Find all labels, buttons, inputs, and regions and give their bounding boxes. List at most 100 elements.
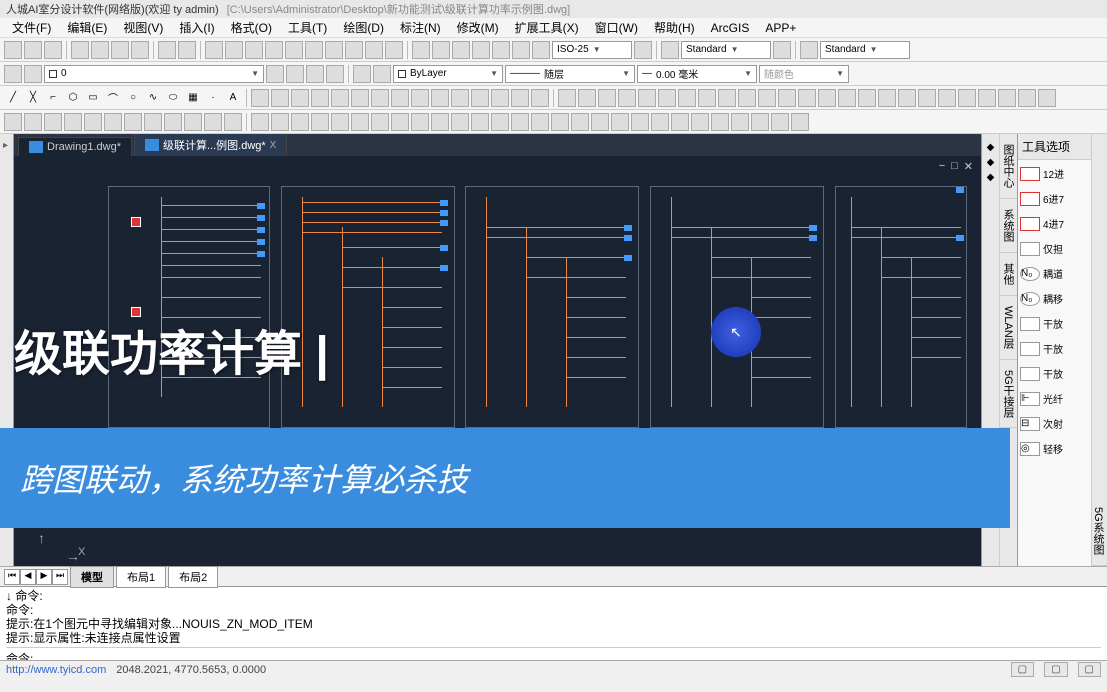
- layer-icon-1[interactable]: [4, 65, 22, 83]
- dim-icon-1[interactable]: [412, 41, 430, 59]
- document-tab-2[interactable]: 级联计算...例图.dwg* X: [134, 134, 287, 156]
- ext-icon-22[interactable]: [978, 89, 996, 107]
- app-icon-18[interactable]: [351, 113, 369, 131]
- lineweight-dropdown[interactable]: —0.00 毫米▼: [637, 65, 757, 83]
- menu-tools[interactable]: 工具(T): [280, 17, 335, 38]
- tool-icon-6[interactable]: [305, 41, 323, 59]
- app-icon-25[interactable]: [491, 113, 509, 131]
- menu-file[interactable]: 文件(F): [4, 17, 59, 38]
- save-icon[interactable]: [44, 41, 62, 59]
- app-icon-5[interactable]: [84, 113, 102, 131]
- ext-icon-2[interactable]: [578, 89, 596, 107]
- style-icon[interactable]: [800, 41, 818, 59]
- tool-icon-10[interactable]: [385, 41, 403, 59]
- menu-arcgis[interactable]: ArcGIS: [703, 19, 758, 37]
- ext-icon-23[interactable]: [998, 89, 1016, 107]
- vtab-5g-conn[interactable]: 5G干接层: [1000, 360, 1017, 429]
- ext-icon-4[interactable]: [618, 89, 636, 107]
- status-url[interactable]: http://www.tyicd.com: [6, 664, 106, 676]
- menu-edit[interactable]: 编辑(E): [59, 17, 115, 38]
- layer-icon-4[interactable]: [286, 65, 304, 83]
- tool-icon-4[interactable]: [265, 41, 283, 59]
- tool-item-fiber[interactable]: ⊩光纤: [1020, 391, 1089, 406]
- prop-icon-1[interactable]: [353, 65, 371, 83]
- nav-next-icon[interactable]: ▶: [36, 569, 52, 585]
- paste-icon[interactable]: [131, 41, 149, 59]
- command-input[interactable]: [33, 650, 1101, 660]
- linetype-dropdown[interactable]: ———随层▼: [505, 65, 635, 83]
- menu-draw[interactable]: 绘图(D): [335, 17, 392, 38]
- app-icon-30[interactable]: [591, 113, 609, 131]
- app-icon-33[interactable]: [651, 113, 669, 131]
- tool-item-secondary[interactable]: ⊟次射: [1020, 416, 1089, 431]
- ext-icon-9[interactable]: [718, 89, 736, 107]
- prop-icon-2[interactable]: [373, 65, 391, 83]
- app-icon-19[interactable]: [371, 113, 389, 131]
- app-icon-21[interactable]: [411, 113, 429, 131]
- mod-chamfer-icon[interactable]: [511, 89, 529, 107]
- tool-item-amp1[interactable]: 干放: [1020, 316, 1089, 331]
- app-icon-6[interactable]: [104, 113, 122, 131]
- app-icon-10[interactable]: [184, 113, 202, 131]
- menu-insert[interactable]: 插入(I): [171, 17, 222, 38]
- ext-icon-13[interactable]: [798, 89, 816, 107]
- ext-icon-7[interactable]: [678, 89, 696, 107]
- open-icon[interactable]: [24, 41, 42, 59]
- app-icon-28[interactable]: [551, 113, 569, 131]
- tab-close-icon[interactable]: X: [270, 140, 277, 151]
- maximize-icon[interactable]: □: [951, 160, 958, 173]
- app-icon-16[interactable]: [311, 113, 329, 131]
- app-icon-11[interactable]: [204, 113, 222, 131]
- ext-icon-6[interactable]: [658, 89, 676, 107]
- app-icon-36[interactable]: [711, 113, 729, 131]
- mod-stretch-icon[interactable]: [411, 89, 429, 107]
- ext-icon-14[interactable]: [818, 89, 836, 107]
- draw-point-icon[interactable]: ·: [204, 89, 222, 107]
- ext-icon-17[interactable]: [878, 89, 896, 107]
- draw-pline-icon[interactable]: ⌐: [44, 89, 62, 107]
- app-icon-32[interactable]: [631, 113, 649, 131]
- mod-mirror-icon[interactable]: [291, 89, 309, 107]
- vtab-wlan[interactable]: WLAN层: [1000, 296, 1017, 360]
- tool-icon-8[interactable]: [345, 41, 363, 59]
- ext-icon-15[interactable]: [838, 89, 856, 107]
- ext-icon-18[interactable]: [898, 89, 916, 107]
- ext-icon-3[interactable]: [598, 89, 616, 107]
- tool-icon-2[interactable]: [225, 41, 243, 59]
- app-icon-7[interactable]: [124, 113, 142, 131]
- layout2-tab[interactable]: 布局2: [168, 566, 218, 588]
- draw-line-icon[interactable]: ╱: [4, 89, 22, 107]
- app-icon-20[interactable]: [391, 113, 409, 131]
- mod-trim-icon[interactable]: [431, 89, 449, 107]
- ext-icon-16[interactable]: [858, 89, 876, 107]
- dim-icon-2[interactable]: [432, 41, 450, 59]
- copy-icon[interactable]: [111, 41, 129, 59]
- dim-icon-4[interactable]: [472, 41, 490, 59]
- vtab-other[interactable]: 其他: [1000, 253, 1017, 296]
- app-icon-13[interactable]: [251, 113, 269, 131]
- color-dropdown[interactable]: ByLayer▼: [393, 65, 503, 83]
- draw-xline-icon[interactable]: ╳: [24, 89, 42, 107]
- mod-break-icon[interactable]: [471, 89, 489, 107]
- draw-circle-icon[interactable]: ○: [124, 89, 142, 107]
- app-icon-34[interactable]: [671, 113, 689, 131]
- app-icon-23[interactable]: [451, 113, 469, 131]
- app-icon-40[interactable]: [791, 113, 809, 131]
- tool-icon-3[interactable]: [245, 41, 263, 59]
- app-icon-37[interactable]: [731, 113, 749, 131]
- tool-icon-9[interactable]: [365, 41, 383, 59]
- app-icon-31[interactable]: [611, 113, 629, 131]
- app-icon-9[interactable]: [164, 113, 182, 131]
- tool-item-4[interactable]: 4进7: [1020, 216, 1089, 231]
- vtab-drawings[interactable]: 图纸中心: [1000, 134, 1017, 199]
- tool-item-light[interactable]: ◎轻移: [1020, 441, 1089, 456]
- layer-icon-5[interactable]: [306, 65, 324, 83]
- mod-scale-icon[interactable]: [391, 89, 409, 107]
- layer-icon-3[interactable]: [266, 65, 284, 83]
- app-icon-35[interactable]: [691, 113, 709, 131]
- strip-icon-1[interactable]: ◆: [987, 142, 995, 153]
- tool-item-coupler2[interactable]: N₀耦移: [1020, 291, 1089, 306]
- draw-rect-icon[interactable]: ▭: [84, 89, 102, 107]
- mod-array-icon[interactable]: [331, 89, 349, 107]
- iso-dropdown[interactable]: ISO-25▼: [552, 41, 632, 59]
